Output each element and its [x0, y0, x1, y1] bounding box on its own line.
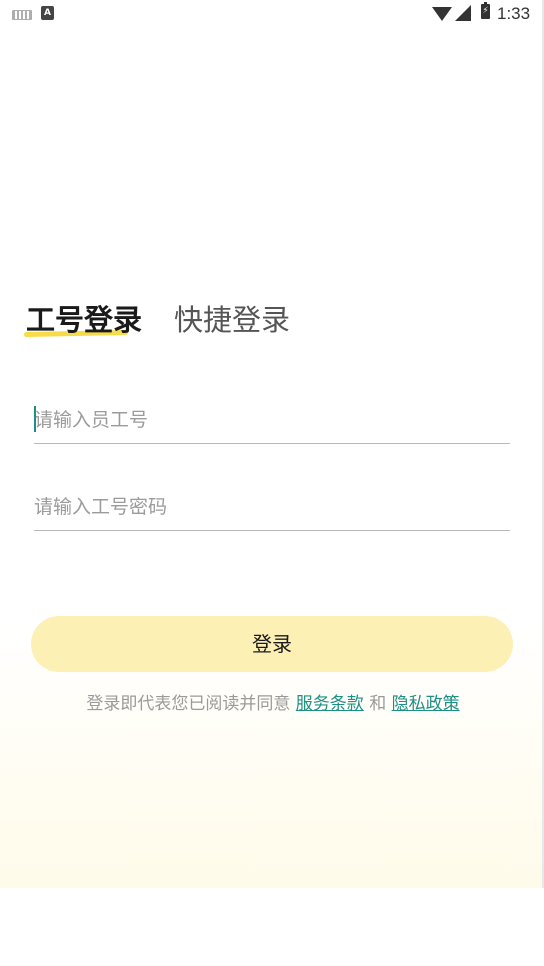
- privacy-policy-link[interactable]: 隐私政策: [392, 694, 460, 714]
- status-time: 1:33: [497, 4, 531, 23]
- agreement-prefix: 登录即代表您已阅读并同意: [86, 694, 291, 714]
- agreement-conjunction: 和: [369, 694, 387, 714]
- login-screen: A 1:33 工号登录 快捷登录 登录 登录即代表您已阅读并同意 服务条款 和 …: [0, 0, 542, 888]
- tab-quick-login[interactable]: 快捷登录: [174, 300, 290, 340]
- tab-employee-id-login[interactable]: 工号登录: [26, 300, 142, 340]
- employee-id-input[interactable]: [34, 397, 510, 444]
- agreement-text: 登录即代表您已阅读并同意 服务条款 和 隐私政策: [0, 691, 542, 717]
- login-button[interactable]: 登录: [31, 616, 513, 672]
- keyboard-icon: [12, 10, 32, 20]
- password-input[interactable]: [34, 484, 510, 531]
- wifi-icon: [432, 7, 452, 21]
- terms-of-service-link[interactable]: 服务条款: [296, 694, 364, 714]
- text-cursor: [34, 406, 36, 432]
- status-bar: A 1:33: [0, 0, 542, 30]
- battery-charging-icon: [481, 2, 490, 19]
- signal-icon: [455, 5, 471, 21]
- a-badge-icon: A: [41, 6, 54, 20]
